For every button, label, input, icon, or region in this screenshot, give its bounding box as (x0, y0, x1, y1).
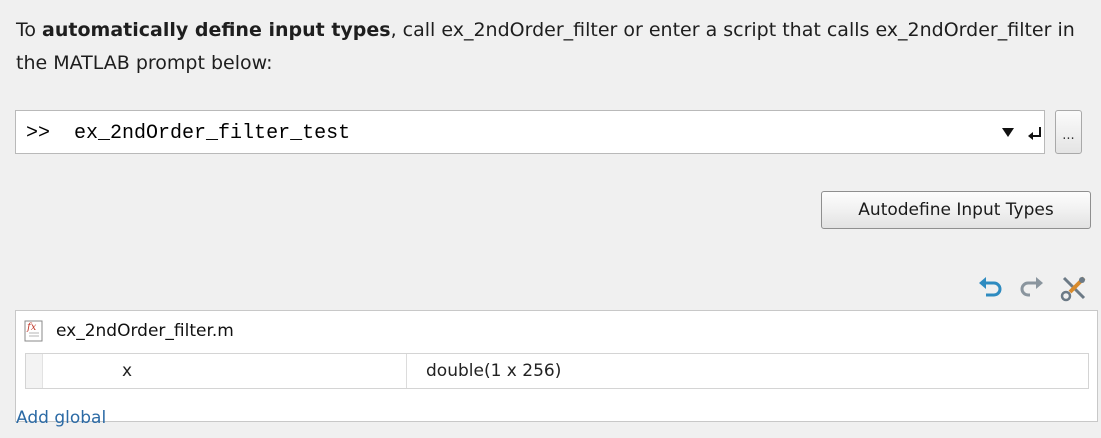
function-file-icon: fx (24, 320, 43, 342)
browse-ellipsis-button[interactable]: ... (1055, 110, 1082, 154)
instructions-text: To automatically define input types, cal… (16, 14, 1076, 80)
entry-point-file-name: ex_2ndOrder_filter.m (56, 321, 234, 341)
instructions-prefix: To (16, 19, 43, 41)
column-divider (406, 354, 407, 388)
undo-icon[interactable] (976, 274, 1004, 302)
prompt-value[interactable]: ex_2ndOrder_filter_test (74, 122, 350, 145)
redo-icon[interactable] (1018, 274, 1046, 302)
entry-point-file-row[interactable]: fx ex_2ndOrder_filter.m (16, 311, 1097, 351)
add-global-link[interactable]: Add global (16, 408, 106, 428)
variable-name: x (122, 361, 133, 381)
autodefine-input-types-button[interactable]: Autodefine Input Types (821, 191, 1091, 229)
matlab-prompt-input[interactable]: >> ex_2ndOrder_filter_test (15, 110, 1045, 154)
dropdown-arrow-icon[interactable] (999, 122, 1017, 142)
svg-text:fx: fx (26, 322, 37, 333)
prompt-symbol: >> (26, 122, 51, 145)
input-types-panel: fx ex_2ndOrder_filter.m x double(1 x 256… (15, 310, 1098, 422)
enter-return-icon[interactable] (1026, 121, 1044, 143)
instructions-bold: automatically define input types (42, 19, 391, 41)
prompt-text: >> ex_2ndOrder_filter_test (26, 122, 350, 145)
row-gutter (26, 354, 43, 388)
variable-row[interactable]: x double(1 x 256) (25, 353, 1089, 389)
variable-type[interactable]: double(1 x 256) (426, 361, 561, 381)
tools-icon[interactable] (1060, 274, 1088, 302)
